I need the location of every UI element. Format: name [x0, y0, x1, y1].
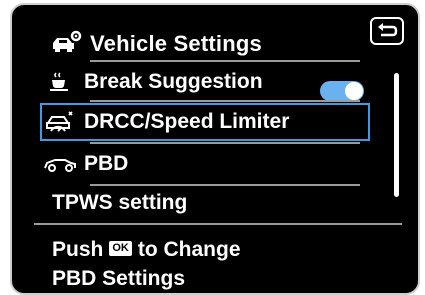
menu-item-drcc-speed-limiter[interactable]: DRCC/Speed Limiter	[40, 103, 370, 141]
back-arrow-icon	[375, 20, 399, 43]
car-gear-icon	[50, 29, 82, 60]
divider	[34, 223, 402, 225]
hint-line-2: PBD Settings	[52, 267, 186, 290]
coffee-cup-icon	[42, 71, 78, 93]
menu-item-label: DRCC/Speed Limiter	[84, 110, 290, 133]
break-suggestion-toggle[interactable]	[320, 81, 364, 101]
car-side-icon	[42, 155, 78, 173]
car-speed-icon	[42, 109, 78, 135]
ok-button-glyph: OK	[109, 240, 132, 256]
display-screen: Vehicle Settings Break Suggestion DRCC/S…	[10, 3, 420, 295]
scrollbar[interactable]	[394, 73, 399, 197]
menu-item-label: Break Suggestion	[84, 70, 263, 93]
divider	[90, 100, 360, 102]
screen-header: Vehicle Settings	[50, 27, 262, 61]
divider	[90, 184, 360, 186]
menu-item-label: PBD	[84, 152, 129, 175]
toggle-knob	[345, 82, 363, 100]
divider	[90, 142, 360, 144]
divider	[90, 60, 360, 62]
back-button[interactable]	[370, 17, 404, 45]
hint-text: Push OK to Change PBD Settings	[52, 235, 241, 293]
menu-item-pbd[interactable]: PBD	[42, 145, 365, 183]
menu-item-break-suggestion[interactable]: Break Suggestion	[42, 63, 365, 101]
hint-line-1: Push OK to Change	[52, 235, 241, 264]
menu-item-tpws-setting[interactable]: TPWS setting	[52, 191, 187, 215]
page-title: Vehicle Settings	[90, 31, 262, 56]
hint-prefix: Push	[52, 238, 104, 261]
hint-suffix: to Change	[137, 238, 241, 261]
